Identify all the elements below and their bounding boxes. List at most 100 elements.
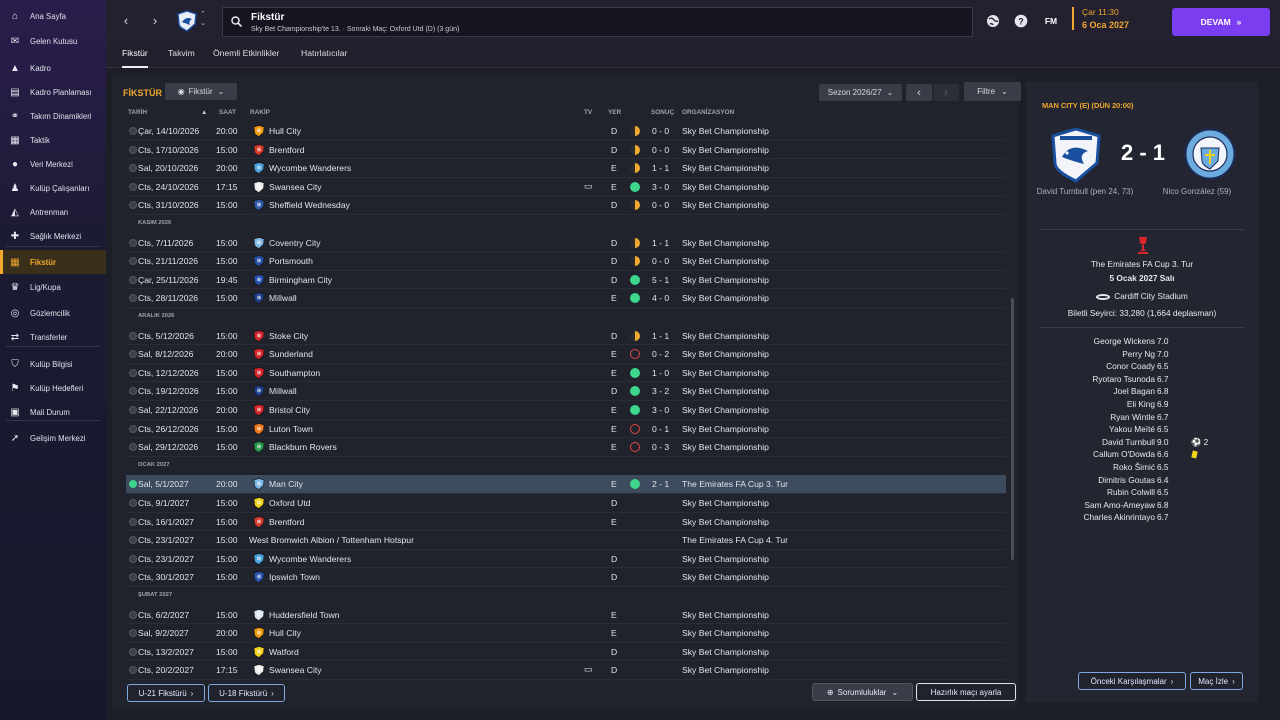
opponent-name[interactable]: Watford (269, 647, 299, 657)
sidebar-item-15[interactable]: ⚑ Kulüp Hedefleri (0, 376, 106, 400)
player-name[interactable]: Sam Amo-Ameyaw (1084, 500, 1155, 510)
row-checkbox[interactable] (129, 164, 137, 173)
sidebar-item-5[interactable]: ▦ Taktik (0, 128, 106, 152)
opponent-name[interactable]: Sheffield Wednesday (269, 200, 350, 210)
sidebar-item-8[interactable]: ◭ Antrenman (0, 200, 106, 224)
sidebar-item-14[interactable]: ⛉ Kulüp Bilgisi (0, 352, 106, 376)
row-checkbox[interactable] (129, 517, 137, 526)
sidebar-item-0[interactable]: ⌂ Ana Sayfa (0, 4, 106, 28)
row-checkbox[interactable] (129, 499, 137, 507)
fixture-row[interactable]: Sal, 29/12/2026 15:00 Blackburn Rovers E 0 -… (126, 438, 1006, 457)
player-name[interactable]: David Turnbull (1102, 437, 1155, 447)
fixture-row[interactable]: Cts, 12/12/2026 15:00 Southampton E 1 - 0 Sky… (126, 364, 1006, 383)
fixture-row[interactable]: Cts, 9/1/2027 15:00 Oxford Utd D Sky Bet Cha… (126, 494, 1006, 513)
fixture-row[interactable]: Çar, 25/11/2026 19:45 Birmingham City D 5 - … (126, 271, 1006, 290)
row-checkbox[interactable] (129, 610, 137, 619)
sidebar-item-3[interactable]: ▤ Kadro Planlaması (0, 80, 106, 104)
fixture-row[interactable]: Cts, 16/1/2027 15:00 Brentford E Sky Bet Cha… (126, 513, 1006, 532)
row-checkbox[interactable] (129, 275, 137, 284)
opponent-name[interactable]: Ipswich Town (269, 572, 320, 582)
player-name[interactable]: Ryan Wintle (1110, 412, 1155, 422)
u18-fixtures-button[interactable]: U-18 Fikstürü › (208, 684, 285, 702)
sidebar-item-12[interactable]: ◎ Gözlemcilik (0, 301, 106, 325)
opponent-name[interactable]: Oxford Utd (269, 498, 311, 508)
opponent-name[interactable]: Wycombe Wanderers (269, 554, 351, 564)
row-checkbox[interactable] (129, 127, 137, 135)
row-checkbox[interactable] (129, 554, 137, 563)
opponent-name[interactable]: Man City (269, 479, 303, 489)
opponent-name[interactable]: Huddersfield Town (269, 610, 340, 620)
opponent-name[interactable]: Brentford (269, 145, 304, 155)
row-checkbox[interactable] (129, 238, 137, 247)
row-checkbox[interactable] (129, 182, 137, 191)
next-season-button[interactable]: › (933, 84, 959, 101)
row-checkbox[interactable] (129, 257, 137, 266)
sidebar-item-9[interactable]: ✚ Sağlık Merkezi (0, 224, 106, 248)
fixture-row[interactable]: Cts, 17/10/2026 15:00 Brentford D 0 - 0 Sky B… (126, 141, 1006, 160)
player-name[interactable]: Dimitris Goutas (1098, 475, 1155, 485)
opponent-name[interactable]: Luton Town (269, 424, 313, 434)
row-checkbox[interactable] (129, 536, 137, 545)
sidebar-item-1[interactable]: ✉ Gelen Kutusu (0, 29, 106, 53)
fixture-row[interactable]: Cts, 6/2/2027 15:00 Huddersfield Town E Sky … (126, 606, 1006, 625)
player-name[interactable]: Ryotaro Tsunoda (1092, 374, 1155, 384)
player-name[interactable]: Rubin Colwill (1107, 487, 1155, 497)
col-result[interactable]: SONUÇ (651, 109, 674, 116)
scrollbar[interactable] (1011, 298, 1014, 560)
search-bar[interactable]: Fikstür Sky Bet Championship'te 13. · So… (222, 7, 973, 37)
opponent-name[interactable]: Sunderland (269, 349, 313, 359)
fixture-row[interactable]: Cts, 21/11/2026 15:00 Portsmouth D 0 - 0 Sky … (126, 252, 1006, 271)
fixture-row[interactable]: Sal, 5/1/2027 20:00 Man City E 2 - 1 The Emir… (126, 475, 1006, 494)
player-name[interactable]: Callum O'Dowda (1093, 449, 1155, 459)
opponent-name[interactable]: Blackburn Rovers (269, 442, 337, 452)
tab-reminders[interactable]: Hatırlatıcılar (301, 42, 347, 68)
row-checkbox[interactable] (129, 145, 137, 154)
back-button[interactable]: ‹ (116, 10, 136, 30)
opponent-name[interactable]: Millwall (269, 293, 297, 303)
opponent-name[interactable]: Bristol City (269, 405, 310, 415)
opponent-name[interactable]: Millwall (269, 386, 297, 396)
opponent-name[interactable]: Swansea City (269, 665, 322, 675)
fixture-row[interactable]: Cts, 31/10/2026 15:00 Sheffield Wednesday D… (126, 196, 1006, 215)
opponent-name[interactable]: Portsmouth (269, 256, 313, 266)
row-checkbox[interactable] (129, 647, 137, 656)
tab-fixtures[interactable]: Fikstür (122, 42, 148, 68)
row-checkbox[interactable] (129, 424, 137, 433)
row-checkbox[interactable] (129, 666, 137, 675)
fixture-row[interactable]: Cts, 5/12/2026 15:00 Stoke City D 1 - 1 Sky B… (126, 327, 1006, 346)
player-name[interactable]: Charles Akinrintayo (1084, 512, 1155, 522)
fixture-row[interactable]: Sal, 9/2/2027 20:00 Hull City E Sky Bet Cham… (126, 624, 1006, 643)
player-name[interactable]: George Wickens (1094, 336, 1155, 346)
row-checkbox[interactable] (129, 331, 137, 340)
fixture-row[interactable]: Cts, 19/12/2026 15:00 Millwall D 3 - 2 Sky Be… (126, 382, 1006, 401)
filter-dropdown[interactable]: Filtre ⌄ (964, 82, 1021, 101)
fixture-row[interactable]: Cts, 30/1/2027 15:00 Ipswich Town D Sky Bet … (126, 568, 1006, 587)
club-switch-arrows[interactable]: ⌃ ⌄ (200, 10, 206, 28)
player-name[interactable]: Joel Bagan (1113, 386, 1155, 396)
opponent-name[interactable]: Brentford (269, 517, 304, 527)
row-checkbox[interactable] (129, 350, 137, 359)
col-opponent[interactable]: RAKİP (250, 109, 270, 116)
row-checkbox[interactable] (129, 480, 137, 489)
fixture-row[interactable]: Sal, 20/10/2026 20:00 Wycombe Wanderers E 1 … (126, 159, 1006, 178)
player-name[interactable]: Eli King (1127, 399, 1155, 409)
col-venue[interactable]: YER (608, 109, 621, 116)
world-icon[interactable] (985, 13, 1001, 29)
tab-key-events[interactable]: Önemli Etkinlikler (213, 42, 279, 68)
fixture-row[interactable]: Cts, 13/2/2027 15:00 Watford D Sky Bet Champ… (126, 643, 1006, 662)
fm-menu-button[interactable]: FM (1042, 13, 1060, 29)
opponent-name[interactable]: Southampton (269, 368, 320, 378)
col-date[interactable]: TARİH (128, 109, 147, 116)
fixture-row[interactable]: Cts, 28/11/2026 15:00 Millwall E 4 - 0 Sky Be… (126, 289, 1006, 308)
help-icon[interactable]: ? (1013, 13, 1029, 29)
season-dropdown[interactable]: Sezon 2026/27 ⌄ (819, 84, 902, 101)
fixture-row[interactable]: Cts, 26/12/2026 15:00 Luton Town E 0 - 1 Sky … (126, 420, 1006, 439)
opponent-name[interactable]: Hull City (269, 126, 301, 136)
fixture-row[interactable]: Sal, 8/12/2026 20:00 Sunderland E 0 - 2 Sky B… (126, 345, 1006, 364)
sidebar-item-7[interactable]: ♟ Kulüp Çalışanları (0, 176, 106, 200)
opponent-name[interactable]: Coventry City (269, 238, 321, 248)
row-checkbox[interactable] (129, 573, 137, 582)
row-checkbox[interactable] (129, 387, 137, 396)
view-dropdown[interactable]: ◉ Fikstür ⌄ (165, 83, 237, 100)
prev-season-button[interactable]: ‹ (906, 84, 932, 101)
